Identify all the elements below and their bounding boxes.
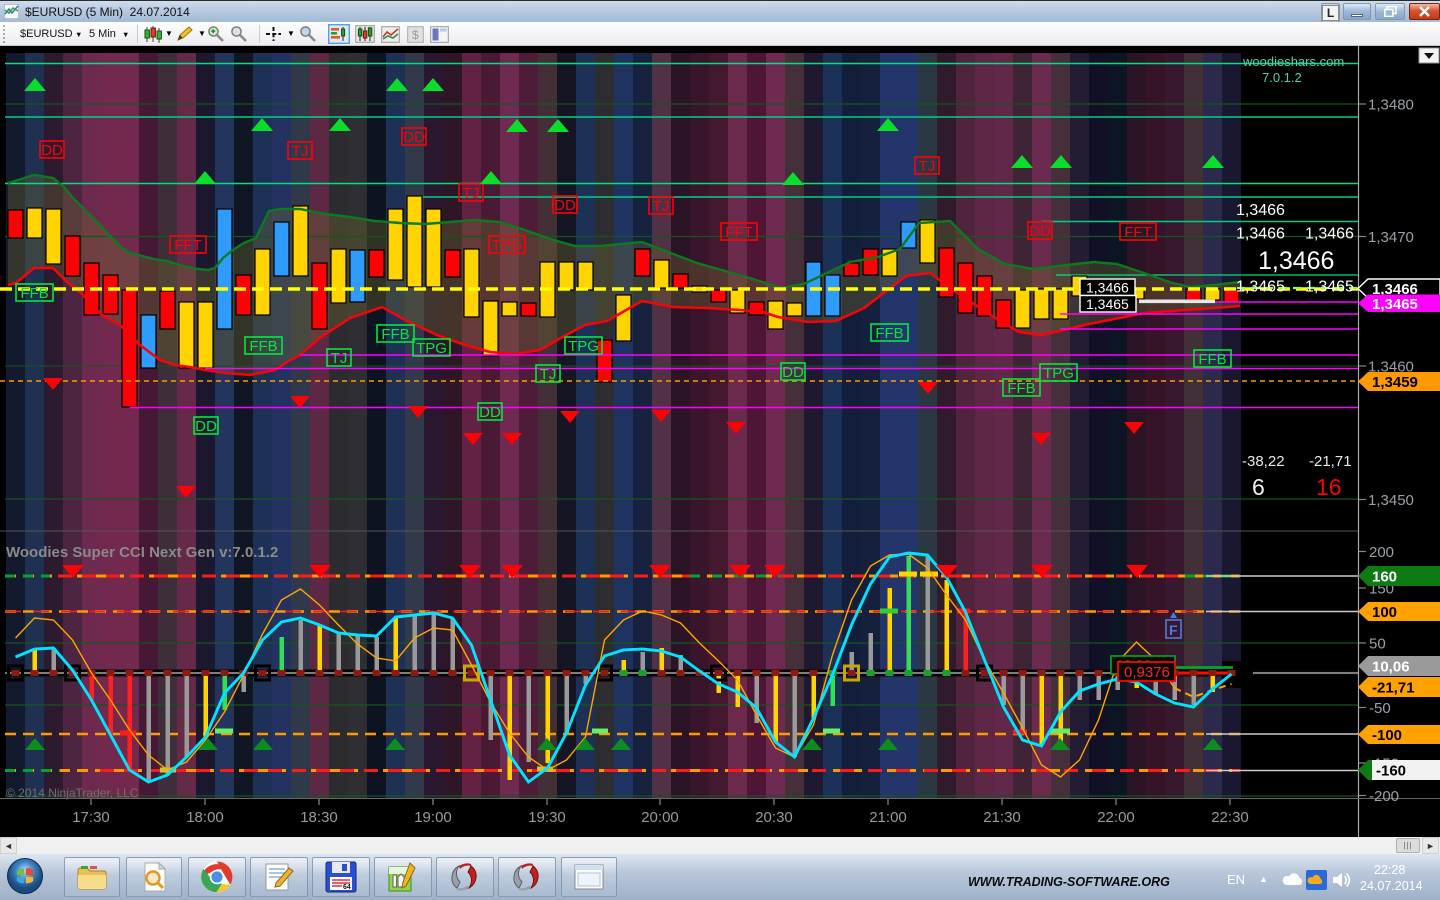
svg-text:FFB: FFB [1198, 351, 1226, 368]
svg-text:FFT: FFT [174, 237, 202, 254]
svg-text:-21,71: -21,71 [1372, 680, 1415, 697]
svg-text:-200: -200 [1369, 788, 1399, 805]
svg-text:TJ: TJ [653, 198, 670, 215]
svg-text:-160: -160 [1376, 763, 1406, 780]
svg-text:7.0.1.2: 7.0.1.2 [1262, 70, 1302, 85]
svg-text:50: 50 [1369, 636, 1386, 653]
svg-text:1,3466: 1,3466 [1236, 226, 1285, 243]
svg-text:21:30: 21:30 [983, 809, 1021, 826]
svg-text:woodieshars.com: woodieshars.com [1242, 54, 1344, 69]
svg-text:1,3480: 1,3480 [1368, 97, 1414, 114]
svg-text:160: 160 [1372, 569, 1397, 586]
svg-text:1,3465: 1,3465 [1236, 279, 1285, 296]
svg-text:TJ: TJ [331, 350, 348, 367]
svg-text:1,3465: 1,3465 [1086, 296, 1129, 312]
svg-text:DD: DD [41, 142, 63, 159]
svg-text:TJ: TJ [540, 366, 557, 383]
svg-text:18:00: 18:00 [186, 809, 224, 826]
svg-text:1,3470: 1,3470 [1368, 229, 1414, 246]
svg-text:TPG: TPG [1043, 365, 1074, 382]
svg-text:-38,22: -38,22 [1242, 453, 1285, 470]
svg-text:TPG: TPG [492, 237, 523, 254]
svg-text:TJ: TJ [919, 158, 936, 175]
svg-text:6: 6 [1252, 474, 1265, 500]
svg-text:20:30: 20:30 [755, 809, 793, 826]
svg-text:Woodies Super CCI Next Gen v:7: Woodies Super CCI Next Gen v:7.0.1.2 [6, 544, 278, 561]
svg-text:DD: DD [554, 197, 576, 214]
svg-text:DD: DD [403, 129, 425, 146]
svg-text:200: 200 [1369, 544, 1394, 561]
svg-text:19:00: 19:00 [414, 809, 452, 826]
svg-text:1,3466: 1,3466 [1086, 280, 1129, 296]
svg-text:DD: DD [782, 364, 804, 381]
svg-text:22:00: 22:00 [1097, 809, 1135, 826]
svg-text:16: 16 [1316, 474, 1342, 500]
svg-text:0,9376: 0,9376 [1124, 664, 1170, 681]
svg-text:FFT: FFT [725, 224, 753, 241]
svg-text:10,06: 10,06 [1372, 659, 1410, 676]
svg-text:TPG: TPG [568, 338, 599, 355]
svg-text:-50: -50 [1369, 700, 1391, 717]
svg-text:DD: DD [1029, 223, 1051, 240]
svg-text:22:30: 22:30 [1211, 809, 1249, 826]
svg-text:F: F [1169, 622, 1178, 638]
svg-text:21:00: 21:00 [869, 809, 907, 826]
svg-text:$: $ [412, 28, 419, 42]
svg-text:FFB: FFB [875, 325, 903, 342]
svg-text:TJ: TJ [463, 185, 480, 202]
svg-text:-100: -100 [1372, 727, 1402, 744]
svg-text:18:30: 18:30 [300, 809, 338, 826]
svg-text:19:30: 19:30 [528, 809, 566, 826]
svg-text:17:30: 17:30 [72, 809, 110, 826]
svg-text:TPG: TPG [416, 340, 447, 357]
svg-text:DD: DD [479, 404, 501, 421]
svg-text:20:00: 20:00 [641, 809, 679, 826]
svg-text:DD: DD [195, 418, 217, 435]
svg-text:FFB: FFB [381, 326, 409, 343]
svg-text:1,3465: 1,3465 [1372, 296, 1418, 313]
svg-text:-21,71: -21,71 [1309, 453, 1352, 470]
svg-text:1,3459: 1,3459 [1372, 374, 1418, 391]
svg-text:100: 100 [1372, 604, 1397, 621]
svg-text:1,3466: 1,3466 [1258, 247, 1334, 275]
svg-text:1,3465: 1,3465 [1305, 279, 1354, 296]
svg-text:1,3450: 1,3450 [1368, 492, 1414, 509]
svg-text:TJ: TJ [292, 143, 309, 160]
svg-text:1,3466: 1,3466 [1236, 202, 1285, 219]
svg-text:© 2014 NinjaTrader, LLC: © 2014 NinjaTrader, LLC [6, 786, 139, 800]
svg-text:1,3466: 1,3466 [1305, 226, 1354, 243]
svg-text:64: 64 [343, 884, 351, 891]
svg-text:FFB: FFB [1007, 380, 1035, 397]
svg-text:FFB: FFB [249, 338, 277, 355]
svg-text:FFT: FFT [1124, 224, 1152, 241]
svg-text:FFB: FFB [20, 285, 48, 302]
